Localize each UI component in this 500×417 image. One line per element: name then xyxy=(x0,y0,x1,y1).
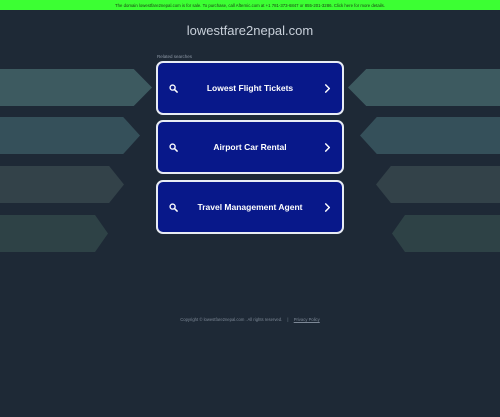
search-link-label: Airport Car Rental xyxy=(213,142,287,152)
related-searches-heading: Related searches xyxy=(157,54,193,59)
sale-banner-text[interactable]: The domain lowestfare2nepal.com is for s… xyxy=(115,3,385,8)
decor-shape-right-2 xyxy=(360,117,500,154)
footer-separator: | xyxy=(287,317,289,322)
search-link-airport-car-rental[interactable]: Airport Car Rental xyxy=(156,120,344,174)
decor-shape-right-1 xyxy=(348,69,500,106)
privacy-policy-link[interactable]: Privacy Policy xyxy=(294,317,320,322)
search-link-label: Travel Management Agent xyxy=(197,202,303,212)
chevron-right-icon xyxy=(317,83,337,93)
decor-shape-left-1 xyxy=(0,69,152,106)
search-icon xyxy=(163,142,183,152)
decor-shape-left-4 xyxy=(0,215,108,252)
search-icon xyxy=(163,202,183,212)
decor-shape-left-3 xyxy=(0,166,124,203)
search-link-label: Lowest Flight Tickets xyxy=(206,83,294,93)
search-icon xyxy=(163,83,183,93)
decor-shape-left-2 xyxy=(0,117,140,154)
sale-banner[interactable]: The domain lowestfare2nepal.com is for s… xyxy=(0,0,500,10)
domain-title: lowestfare2nepal.com xyxy=(186,23,314,38)
chevron-right-icon xyxy=(317,142,337,152)
chevron-right-icon xyxy=(317,202,337,212)
footer: Copyright © lowestfare2nepal.com . All r… xyxy=(0,317,500,322)
decor-shape-right-4 xyxy=(392,215,500,252)
search-link-lowest-flight-tickets[interactable]: Lowest Flight Tickets xyxy=(156,61,344,115)
decor-shape-right-3 xyxy=(376,166,500,203)
search-link-travel-management-agent[interactable]: Travel Management Agent xyxy=(156,180,344,234)
copyright-text: Copyright © lowestfare2nepal.com . All r… xyxy=(180,317,283,322)
